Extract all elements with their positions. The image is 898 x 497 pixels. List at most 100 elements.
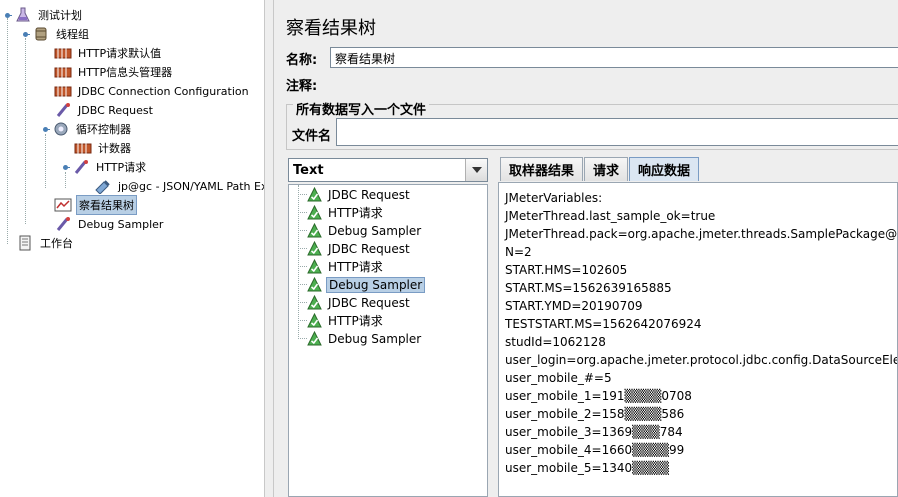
jmeter-window: 测试计划 线程组 HTTP请求默认值 HTTP信息头管理器 JDBC Conne…: [0, 0, 898, 497]
response-line: JMeterThread.last_sample_ok=true: [505, 209, 716, 223]
config-element-icon: [54, 83, 72, 99]
name-row: 名称:: [286, 49, 317, 68]
tree-item-label: 线程组: [56, 28, 89, 41]
name-label: 名称:: [286, 53, 318, 68]
tree-item-label: jp@gc - JSON/YAML Path Extractor: [118, 179, 264, 193]
tree-connector: [298, 266, 307, 267]
sampler-pipette-icon: [54, 102, 72, 118]
result-item-label: Debug Sampler: [328, 331, 422, 346]
result-item[interactable]: HTTP请求: [298, 258, 385, 275]
tree-item-label: HTTP请求默认值: [78, 47, 162, 60]
tree-item-test-plan[interactable]: 测试计划: [2, 6, 84, 24]
expand-toggle-icon[interactable]: [60, 159, 70, 175]
result-item[interactable]: HTTP请求: [298, 312, 385, 329]
name-input[interactable]: 察看结果树: [330, 47, 898, 68]
result-item[interactable]: Debug Sampler: [298, 276, 426, 293]
tree-item-label: JDBC Request: [78, 103, 153, 117]
result-item-label: HTTP请求: [328, 314, 383, 328]
comment-row: 注释:: [286, 75, 317, 94]
tree-item-header-manager[interactable]: HTTP信息头管理器: [54, 63, 174, 81]
file-row: 文件名: [292, 125, 331, 144]
tree-item-jdbc-config[interactable]: JDBC Connection Configuration: [54, 82, 251, 100]
tree-item-view-results-tree[interactable]: 察看结果树: [54, 195, 137, 215]
config-element-icon: [54, 45, 72, 61]
result-item[interactable]: Debug Sampler: [298, 330, 423, 347]
result-item[interactable]: JDBC Request: [298, 186, 412, 203]
flask-icon: [14, 7, 32, 23]
success-triangle-icon: [307, 294, 322, 310]
tree-item-loop-controller[interactable]: 循环控制器: [40, 120, 133, 138]
tree-item-label: Debug Sampler: [78, 217, 164, 231]
view-results-tree-panel: 察看结果树 名称: 察看结果树 注释: 所有数据写入一个文件 文件名 Text …: [274, 0, 898, 497]
tree-connector: [298, 302, 307, 303]
file-name-input[interactable]: [336, 118, 898, 146]
response-line: JMeterVariables:: [505, 191, 603, 205]
tree-item-jdbc-request[interactable]: JDBC Request: [54, 101, 155, 119]
test-plan-tree[interactable]: 测试计划 线程组 HTTP请求默认值 HTTP信息头管理器 JDBC Conne…: [0, 0, 264, 497]
success-triangle-icon: [307, 330, 322, 346]
comment-input[interactable]: [330, 73, 898, 92]
result-item-label: JDBC Request: [328, 295, 410, 310]
success-triangle-icon: [307, 222, 322, 238]
response-line: user_mobile_3=1369▒▒▒784: [505, 425, 683, 439]
sampler-pipette-icon: [54, 216, 72, 232]
controller-icon: [52, 121, 70, 137]
response-line: START.YMD=20190709: [505, 299, 643, 313]
tab-response-data[interactable]: 响应数据: [629, 157, 700, 181]
result-item[interactable]: HTTP请求: [298, 204, 385, 221]
tree-item-label: 工作台: [40, 237, 73, 250]
result-item-label: Debug Sampler: [328, 223, 422, 238]
result-item[interactable]: JDBC Request: [298, 240, 412, 257]
sample-results-list[interactable]: JDBC Request HTTP请求 Debug Sampler JDBC Requ…: [288, 184, 488, 497]
response-line: user_mobile_#=5: [505, 371, 612, 385]
config-element-icon: [54, 64, 72, 80]
tree-item-workbench[interactable]: 工作台: [16, 234, 75, 252]
response-line: START.HMS=102605: [505, 263, 628, 277]
tree-splitter[interactable]: [264, 0, 274, 497]
tree-item-http-request[interactable]: HTTP请求: [60, 158, 148, 176]
success-triangle-icon: [307, 204, 322, 220]
result-item-label: JDBC Request: [328, 241, 410, 256]
result-item[interactable]: JDBC Request: [298, 294, 412, 311]
response-line: N=2: [505, 245, 532, 259]
response-line: user_mobile_2=158▒▒▒▒586: [505, 407, 685, 421]
tree-connector: [298, 230, 307, 231]
tree-connector: [298, 248, 307, 249]
tree-connector: [298, 320, 307, 321]
success-triangle-icon: [307, 312, 322, 328]
tree-connector: [45, 134, 46, 188]
config-element-icon: [74, 140, 92, 156]
result-item-label: HTTP请求: [328, 206, 383, 220]
tree-item-label: 察看结果树: [76, 195, 137, 215]
sampler-pipette-icon: [72, 159, 90, 175]
tree-connector: [298, 338, 307, 339]
extractor-icon: [94, 178, 112, 194]
tree-item-json-extractor[interactable]: jp@gc - JSON/YAML Path Extractor: [94, 177, 264, 195]
tab-sampler-result[interactable]: 取样器结果: [500, 157, 584, 181]
result-item[interactable]: Debug Sampler: [298, 222, 423, 239]
tree-item-thread-group[interactable]: 线程组: [20, 25, 91, 43]
tab-request[interactable]: 请求: [584, 157, 629, 181]
renderer-select[interactable]: Text: [288, 158, 488, 182]
results-splitter[interactable]: [488, 155, 498, 497]
tree-item-label: 测试计划: [38, 9, 82, 22]
tree-item-label: HTTP信息头管理器: [78, 66, 173, 79]
response-line: user_mobile_5=1340▒▒▒▒: [505, 461, 670, 475]
spool-icon: [32, 26, 50, 42]
result-item-label: Debug Sampler: [326, 276, 426, 293]
tree-item-counter[interactable]: 计数器: [74, 139, 133, 157]
workbench-icon: [16, 235, 34, 251]
success-triangle-icon: [307, 186, 322, 202]
tree-item-http-defaults[interactable]: HTTP请求默认值: [54, 44, 163, 62]
expand-toggle-icon[interactable]: [20, 26, 30, 42]
expand-toggle-icon[interactable]: [40, 121, 50, 137]
tree-connector: [298, 212, 307, 213]
tree-item-debug-sampler[interactable]: Debug Sampler: [54, 215, 165, 233]
chevron-down-icon[interactable]: [465, 159, 487, 181]
listener-icon: [54, 197, 72, 213]
response-data-text[interactable]: JMeterVariables: JMeterThread.last_sample…: [498, 182, 898, 497]
success-triangle-icon: [307, 240, 322, 256]
expand-toggle-icon[interactable]: [2, 7, 12, 23]
response-line: START.MS=1562639165885: [505, 281, 672, 295]
renderer-select-value: Text: [293, 162, 324, 178]
